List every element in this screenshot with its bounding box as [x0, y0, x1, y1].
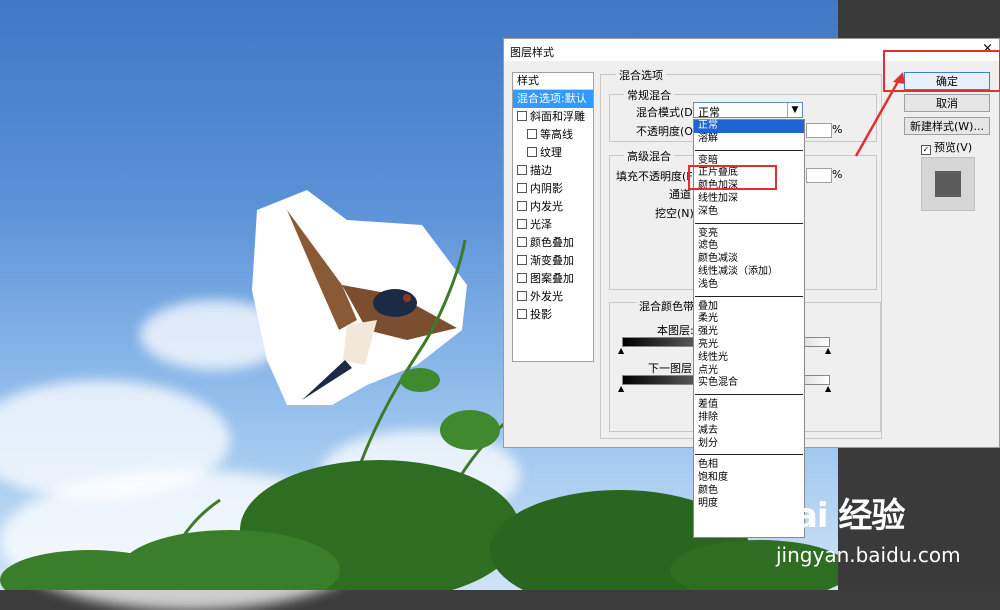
watermark-url: jingyan.baidu.com	[776, 543, 961, 567]
baidu-jingyan-watermark: Bai 经验	[770, 496, 905, 536]
